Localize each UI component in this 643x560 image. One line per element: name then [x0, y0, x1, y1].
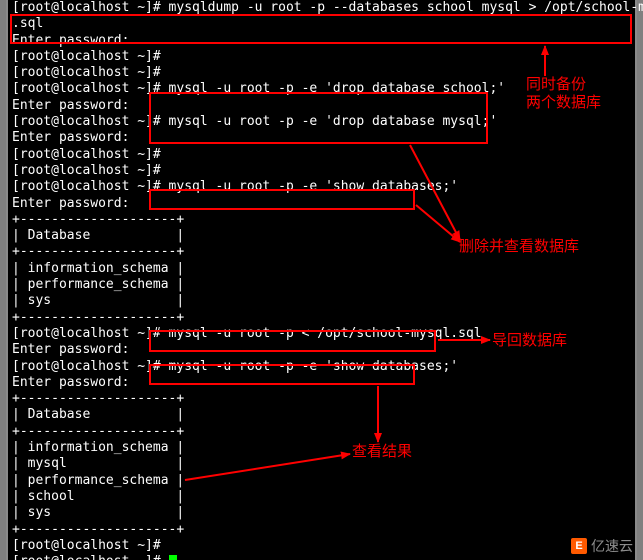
prompt-idle-5: [root@localhost ~]#	[8, 538, 635, 554]
table1-row-sys: | sys |	[8, 293, 635, 309]
table2-row-performance-schema: | performance_schema |	[8, 473, 635, 489]
table2-sep-mid: +--------------------+	[8, 424, 635, 440]
cmd-mysqldump: [root@localhost ~]# mysqldump -u root -p…	[8, 0, 635, 16]
enter-password-4: Enter password:	[8, 196, 635, 212]
annotation-drop-show: 删除并查看数据库	[459, 238, 579, 256]
table2-row-mysql: | mysql |	[8, 456, 635, 472]
table1-row-information-schema: | information_schema |	[8, 261, 635, 277]
table2-row-school: | school |	[8, 489, 635, 505]
prompt-cursor[interactable]: [root@localhost ~]#	[8, 554, 635, 560]
enter-password-6: Enter password:	[8, 375, 635, 391]
table2-header: | Database |	[8, 407, 635, 423]
prompt-idle-1: [root@localhost ~]#	[8, 49, 635, 65]
prompt-idle-4: [root@localhost ~]#	[8, 163, 635, 179]
watermark: E 亿速云	[571, 536, 633, 556]
annotation-result: 查看结果	[352, 443, 412, 461]
screenshot-frame: [root@localhost ~]# mysqldump -u root -p…	[0, 0, 643, 560]
table1-sep-top: +--------------------+	[8, 212, 635, 228]
prompt-idle-3: [root@localhost ~]#	[8, 147, 635, 163]
watermark-icon: E	[571, 538, 587, 554]
enter-password-3: Enter password:	[8, 130, 635, 146]
cmd-mysqldump-wrap: .sql	[8, 16, 635, 32]
table2-row-sys: | sys |	[8, 505, 635, 521]
cmd-show-db-1: [root@localhost ~]# mysql -u root -p -e …	[8, 179, 635, 195]
table2-sep-bot: +--------------------+	[8, 522, 635, 538]
table1-row-performance-schema: | performance_schema |	[8, 277, 635, 293]
cmd-show-db-2: [root@localhost ~]# mysql -u root -p -e …	[8, 359, 635, 375]
annotation-backup: 同时备份 两个数据库	[526, 76, 601, 112]
table2-row-information-schema: | information_schema |	[8, 440, 635, 456]
table1-sep-bot: +--------------------+	[8, 310, 635, 326]
annotation-import: 导回数据库	[492, 332, 567, 350]
enter-password-1: Enter password:	[8, 33, 635, 49]
cmd-drop-mysql: [root@localhost ~]# mysql -u root -p -e …	[8, 114, 635, 130]
cursor-block	[169, 555, 177, 560]
watermark-text: 亿速云	[591, 536, 633, 556]
table2-sep-top: +--------------------+	[8, 391, 635, 407]
